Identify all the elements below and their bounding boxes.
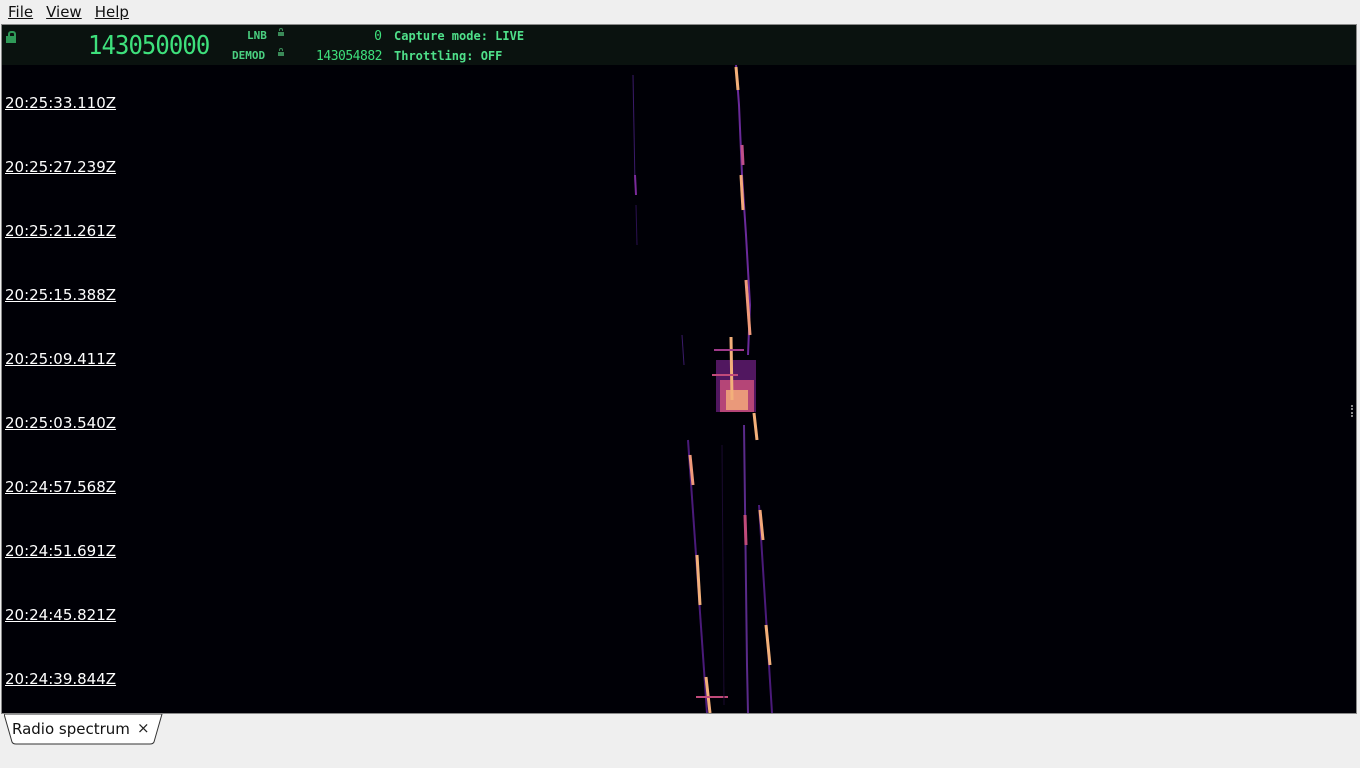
menu-view[interactable]: View — [38, 3, 87, 21]
tab-bar: Radio spectrum × — [0, 714, 1360, 768]
menu-file[interactable]: File — [0, 3, 38, 21]
menu-view-label: View — [46, 2, 82, 21]
timestamp-label: 20:24:57.568Z — [5, 478, 117, 496]
lnb-value[interactable]: 0 — [362, 29, 382, 44]
lnb-lock-icon[interactable] — [278, 28, 284, 37]
center-frequency-display[interactable]: 143050000 — [88, 31, 210, 61]
timestamp-label: 20:24:39.844Z — [5, 670, 117, 688]
menu-help-label: Help — [94, 2, 129, 21]
spectrum-panel: 143050000 LNB 0 DEMOD 143054882 Capture … — [1, 24, 1357, 714]
timestamp-label: 20:25:03.540Z — [5, 414, 117, 432]
timestamp-label: 20:25:33.110Z — [5, 94, 117, 112]
timestamp-label: 20:25:21.261Z — [5, 222, 117, 240]
tab-radio-spectrum[interactable]: Radio spectrum × — [4, 714, 163, 745]
close-icon[interactable]: × — [137, 719, 150, 737]
demod-value[interactable]: 143054882 — [302, 49, 382, 64]
timestamp-label: 20:25:09.411Z — [5, 350, 117, 368]
lock-icon[interactable] — [6, 31, 16, 43]
waterfall-canvas — [2, 64, 1356, 714]
demod-lock-icon[interactable] — [278, 48, 284, 57]
timestamp-label: 20:24:51.691Z — [5, 542, 117, 560]
timestamp-label: 20:25:27.239Z — [5, 158, 117, 176]
waterfall-display[interactable]: 20:25:33.110Z 20:25:27.239Z 20:25:21.261… — [2, 64, 1356, 714]
menu-bar: File View Help — [0, 0, 1360, 23]
timestamp-label: 20:25:15.388Z — [5, 286, 117, 304]
demod-label: DEMOD — [232, 49, 266, 62]
resize-handle[interactable] — [1351, 405, 1355, 417]
receiver-header: 143050000 LNB 0 DEMOD 143054882 Capture … — [2, 25, 1356, 65]
capture-mode-status: Capture mode: LIVE — [394, 29, 525, 43]
menu-help[interactable]: Help — [87, 3, 134, 21]
timestamp-label: 20:24:45.821Z — [5, 606, 117, 624]
throttling-status: Throttling: OFF — [394, 49, 503, 63]
lnb-label: LNB — [247, 29, 267, 42]
menu-file-label: File — [8, 2, 34, 21]
tab-label: Radio spectrum — [12, 720, 130, 738]
